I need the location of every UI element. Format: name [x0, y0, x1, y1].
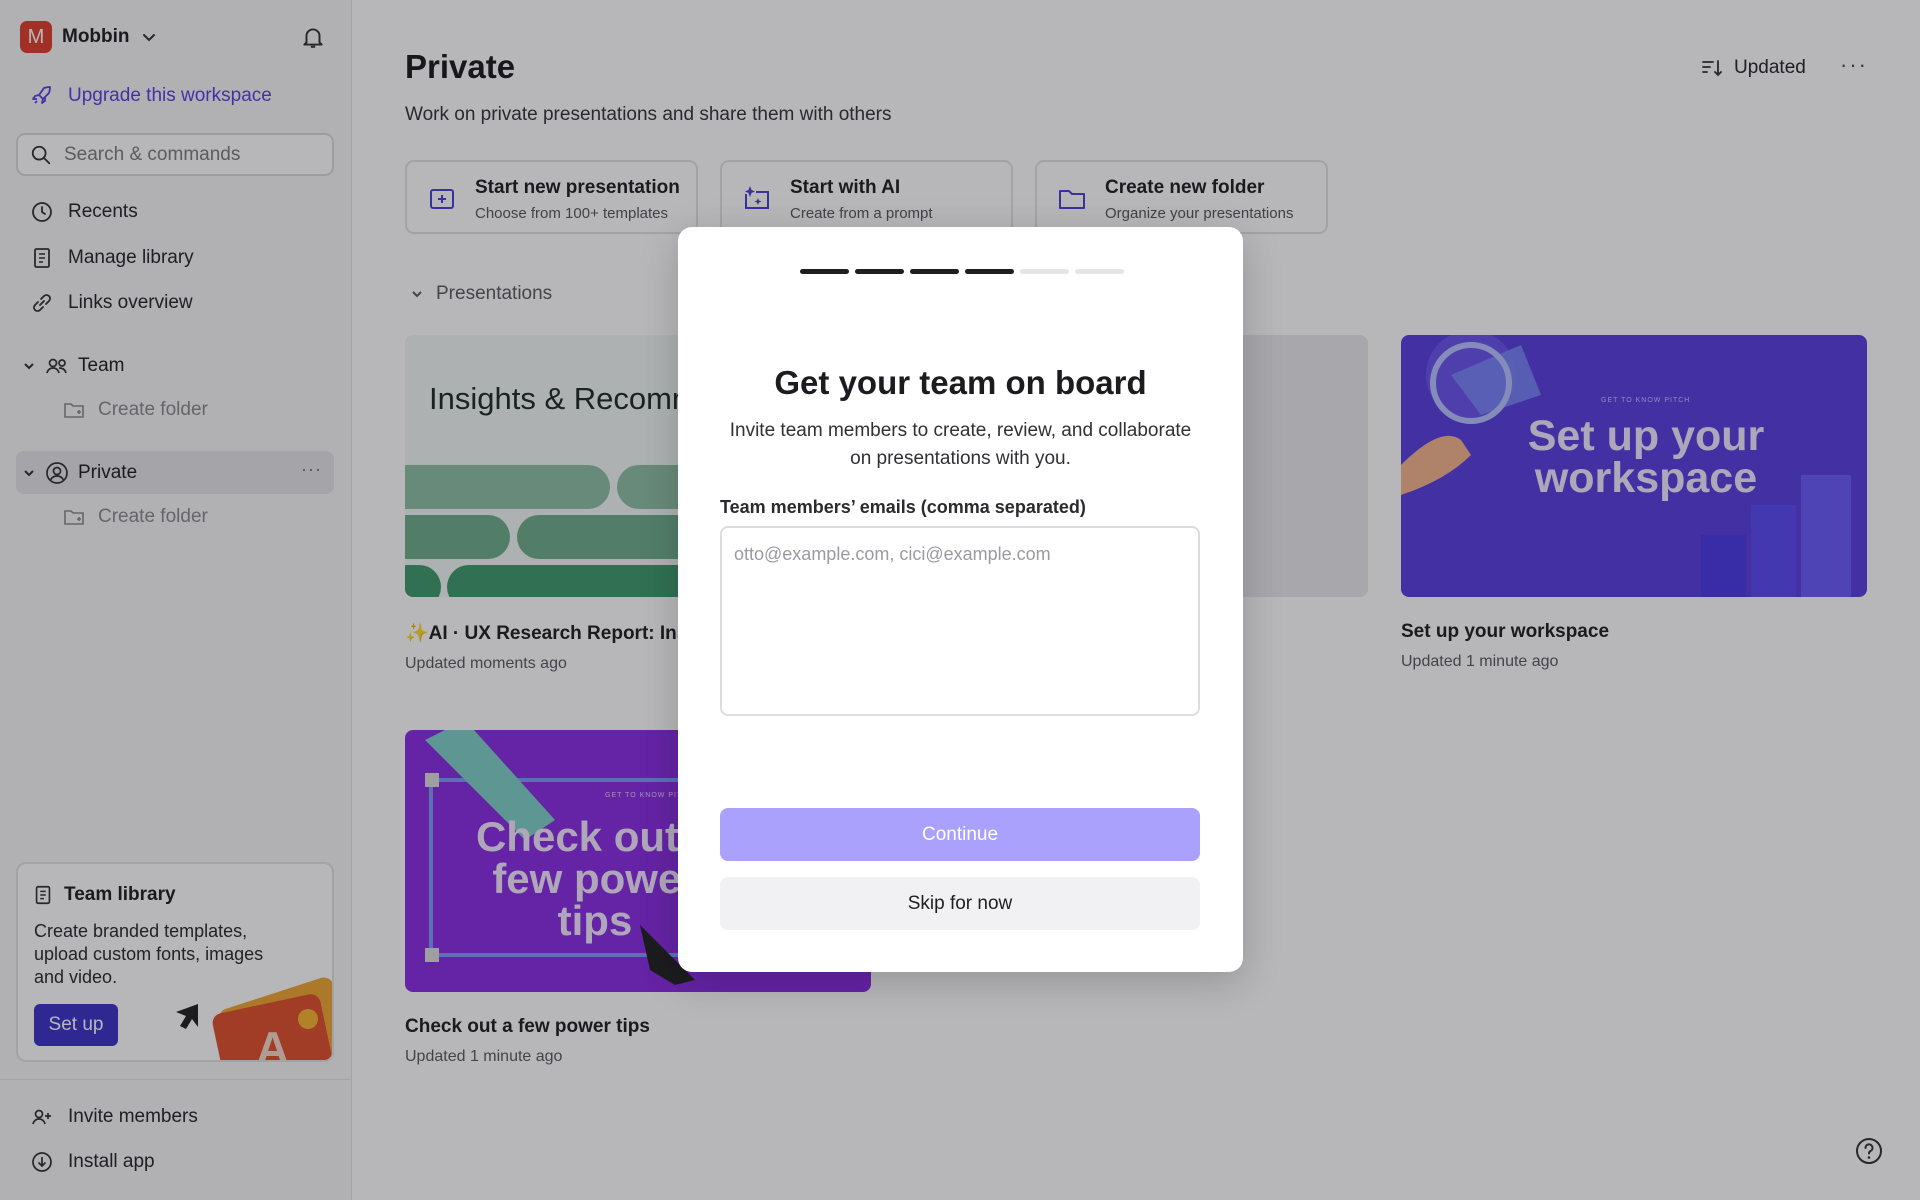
- progress-step: [1020, 269, 1069, 274]
- emails-field[interactable]: [720, 526, 1200, 716]
- modal-description: Invite team members to create, review, a…: [729, 420, 1192, 469]
- onboarding-modal: Get your team on board Invite team membe…: [678, 227, 1243, 972]
- progress-step: [965, 269, 1014, 274]
- emails-field-label: Team members’ emails (comma separated): [720, 497, 1086, 517]
- progress-steps: [800, 269, 1124, 274]
- progress-step: [855, 269, 904, 274]
- progress-step: [800, 269, 849, 274]
- continue-button[interactable]: Continue: [720, 808, 1200, 861]
- progress-step: [910, 269, 959, 274]
- modal-title: Get your team on board: [774, 364, 1147, 401]
- skip-for-now-button[interactable]: Skip for now: [720, 877, 1200, 930]
- progress-step: [1075, 269, 1124, 274]
